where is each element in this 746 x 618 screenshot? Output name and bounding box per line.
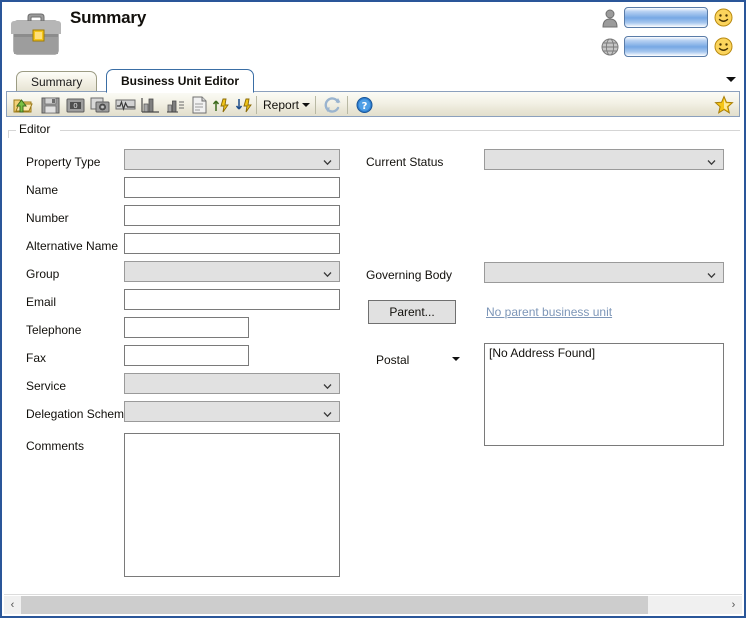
tab-label: Summary [31, 75, 83, 89]
tab-bar: Summary Business Unit Editor [2, 68, 744, 93]
user-status-row [600, 6, 740, 31]
page-header: Summary [2, 2, 744, 68]
page-title: Summary [70, 8, 147, 27]
chevron-down-icon [323, 408, 332, 418]
user-status-panel [600, 6, 740, 62]
footer-divider [4, 594, 742, 595]
screenshot-icon[interactable] [90, 95, 111, 115]
toolbar-separator [347, 96, 348, 114]
chevron-down-icon [323, 268, 332, 278]
label-telephone: Telephone [26, 323, 82, 337]
label-service: Service [26, 379, 67, 393]
report-button[interactable]: Report [263, 96, 311, 114]
locale-status-row [600, 35, 740, 60]
smiley-icon[interactable] [714, 8, 733, 27]
briefcase-icon [8, 8, 64, 62]
scrollbar-thumb[interactable] [21, 596, 648, 614]
locale-field[interactable] [624, 36, 708, 57]
sort-ascending-icon[interactable] [212, 95, 233, 115]
application-window: Summary Summary Business Unit Editor 0 R… [0, 0, 746, 618]
chart-line-icon[interactable] [115, 95, 136, 115]
chevron-down-icon [323, 156, 332, 166]
star-icon[interactable] [714, 95, 734, 115]
scrollbar-track[interactable] [21, 596, 725, 614]
property-type-combo[interactable] [124, 149, 340, 170]
tab-label: Business Unit Editor [121, 74, 240, 88]
snapshot-icon[interactable]: 0 [65, 95, 86, 115]
horizontal-scrollbar[interactable]: ‹ › [4, 596, 742, 614]
help-icon[interactable]: ? [354, 95, 375, 115]
label-number: Number [26, 211, 69, 225]
chevron-down-icon [707, 269, 716, 279]
parent-link[interactable]: No parent business unit [486, 305, 612, 319]
label-current-status: Current Status [366, 155, 444, 169]
user-name-field[interactable] [624, 7, 708, 28]
label-delegation-scheme: Delegation Scheme [26, 407, 131, 421]
chevron-down-icon [707, 156, 716, 166]
label-postal: Postal [376, 353, 410, 367]
postal-address-textarea[interactable] [484, 343, 724, 446]
tab-summary[interactable]: Summary [16, 71, 98, 93]
label-governing-body: Governing Body [366, 268, 453, 282]
chevron-right-icon[interactable]: › [725, 596, 742, 614]
report-button-label: Report [263, 98, 300, 112]
globe-icon [600, 36, 620, 58]
label-group: Group [26, 267, 60, 281]
chevron-down-icon [323, 380, 332, 390]
label-fax: Fax [26, 351, 47, 365]
label-comments: Comments [26, 439, 85, 453]
document-icon[interactable] [189, 95, 210, 115]
fax-input[interactable] [124, 345, 249, 366]
name-input[interactable] [124, 177, 340, 198]
bar-chart-icon[interactable] [140, 95, 161, 115]
comments-textarea[interactable] [124, 433, 340, 577]
tab-business-unit-editor[interactable]: Business Unit Editor [106, 69, 255, 93]
telephone-input[interactable] [124, 317, 249, 338]
save-icon[interactable] [40, 95, 61, 115]
editor-groupbox: Editor Property Type Name Number Alterna… [8, 122, 740, 591]
bar-chart-list-icon[interactable] [165, 95, 186, 115]
user-icon [600, 7, 620, 29]
smiley-icon[interactable] [714, 37, 733, 56]
toolbar-separator [315, 96, 316, 114]
groupbox-label: Editor [16, 122, 54, 136]
parent-button[interactable]: Parent... [368, 300, 456, 324]
label-property-type: Property Type [26, 155, 101, 169]
toolbar-separator [256, 96, 257, 114]
alternative-name-input[interactable] [124, 233, 340, 254]
service-combo[interactable] [124, 373, 340, 394]
refresh-icon[interactable] [322, 95, 343, 115]
label-email: Email [26, 295, 57, 309]
svg-text:0: 0 [73, 102, 77, 110]
chevron-left-icon[interactable]: ‹ [4, 596, 21, 614]
sort-descending-icon[interactable] [235, 95, 256, 115]
governing-body-combo[interactable] [484, 262, 724, 283]
number-input[interactable] [124, 205, 340, 226]
svg-text:?: ? [362, 101, 368, 112]
label-name: Name [26, 183, 59, 197]
label-alternative-name: Alternative Name [26, 239, 119, 253]
delegation-scheme-combo[interactable] [124, 401, 340, 422]
email-input[interactable] [124, 289, 340, 310]
caret-down-icon[interactable] [452, 357, 460, 361]
current-status-combo[interactable] [484, 149, 724, 170]
caret-down-icon [302, 103, 311, 107]
group-combo[interactable] [124, 261, 340, 282]
business-unit-form: Property Type Name Number Alternative Na… [8, 123, 740, 591]
open-folder-icon[interactable] [12, 95, 33, 115]
chevron-down-icon[interactable] [726, 77, 736, 82]
toolbar: 0 Report ? [6, 91, 740, 117]
